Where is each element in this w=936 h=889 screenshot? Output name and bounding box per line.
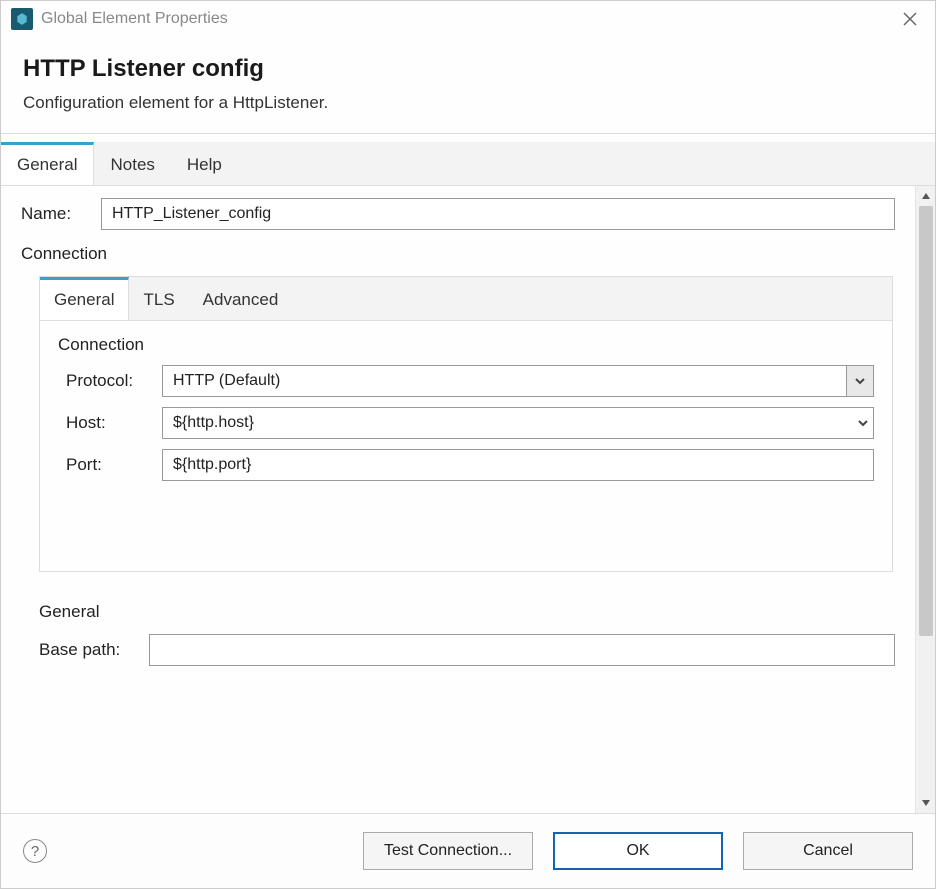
vertical-scrollbar[interactable]	[915, 186, 935, 813]
main-tabs: General Notes Help	[1, 142, 935, 186]
name-label: Name:	[21, 204, 101, 224]
chevron-up-icon	[921, 191, 931, 201]
titlebar: Global Element Properties	[1, 1, 935, 37]
close-icon	[903, 12, 917, 26]
footer-buttons: Test Connection... OK Cancel	[363, 832, 913, 870]
name-input[interactable]	[101, 198, 895, 230]
base-path-input[interactable]	[149, 634, 895, 666]
scroll-thumb[interactable]	[919, 206, 933, 636]
connection-tab-tls[interactable]: TLS	[129, 277, 188, 320]
host-combo-wrap[interactable]	[162, 407, 874, 439]
chevron-down-icon	[921, 798, 931, 808]
tab-general[interactable]: General	[1, 142, 94, 185]
content-area: Name: Connection General TLS Advanced Co…	[1, 186, 935, 813]
tab-notes[interactable]: Notes	[94, 142, 170, 185]
general-section: General Base path:	[21, 602, 895, 666]
host-row: Host:	[58, 407, 874, 439]
connection-tab-advanced[interactable]: Advanced	[189, 277, 293, 320]
protocol-label: Protocol:	[66, 371, 162, 391]
test-connection-button[interactable]: Test Connection...	[363, 832, 533, 870]
header-region: HTTP Listener config Configuration eleme…	[1, 37, 935, 134]
host-label: Host:	[66, 413, 162, 433]
dialog-window: Global Element Properties HTTP Listener …	[0, 0, 936, 889]
tab-help[interactable]: Help	[171, 142, 238, 185]
cancel-button[interactable]: Cancel	[743, 832, 913, 870]
connection-tab-general[interactable]: General	[40, 277, 129, 320]
app-icon	[11, 8, 33, 30]
connection-panel: General TLS Advanced Connection Protocol…	[39, 276, 893, 572]
name-row: Name:	[21, 198, 895, 230]
page-subtitle: Configuration element for a HttpListener…	[23, 93, 913, 113]
scroll-body: Name: Connection General TLS Advanced Co…	[1, 186, 915, 813]
scroll-up-arrow[interactable]	[916, 186, 935, 206]
connection-section-label: Connection	[21, 244, 895, 264]
connection-content: Connection Protocol: Host:	[40, 321, 892, 571]
protocol-select-wrap[interactable]	[162, 365, 874, 397]
protocol-select[interactable]	[162, 365, 874, 397]
scroll-down-arrow[interactable]	[916, 793, 935, 813]
port-input[interactable]	[162, 449, 874, 481]
connection-inner-label: Connection	[58, 335, 874, 355]
base-path-label: Base path:	[39, 640, 149, 660]
page-title: HTTP Listener config	[23, 55, 913, 83]
titlebar-left: Global Element Properties	[11, 8, 228, 30]
help-icon[interactable]: ?	[23, 839, 47, 863]
close-button[interactable]	[895, 4, 925, 34]
general-label: General	[39, 602, 895, 622]
window-title: Global Element Properties	[41, 10, 228, 28]
port-row: Port:	[58, 449, 874, 481]
connection-tabs: General TLS Advanced	[40, 277, 892, 321]
protocol-row: Protocol:	[58, 365, 874, 397]
base-path-row: Base path:	[39, 634, 895, 666]
dialog-footer: ? Test Connection... OK Cancel	[1, 813, 935, 888]
host-input[interactable]	[162, 407, 874, 439]
ok-button[interactable]: OK	[553, 832, 723, 870]
port-label: Port:	[66, 455, 162, 475]
